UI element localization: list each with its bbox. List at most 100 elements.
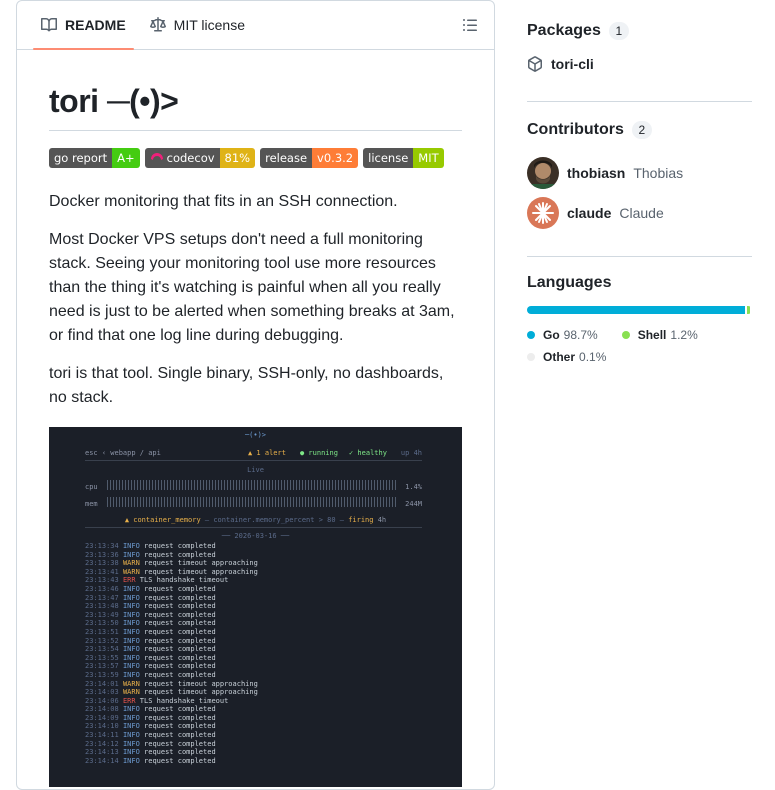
language-percent: 0.1% (579, 350, 606, 364)
contributor-item[interactable]: thobiasn Thobias (527, 157, 752, 189)
list-unordered-icon[interactable] (462, 17, 478, 33)
avatar[interactable] (527, 157, 559, 189)
language-dot-icon (527, 353, 535, 361)
contributors-heading[interactable]: Contributors 2 (527, 121, 752, 139)
contributors-count: 2 (632, 121, 652, 139)
log-line: 23:13:41 WARN request timeout approachin… (85, 568, 258, 577)
readme-paragraph: Docker monitoring that fits in an SSH co… (49, 190, 462, 214)
language-item[interactable]: Other0.1% (527, 346, 606, 368)
log-timestamp: 23:14:03 (85, 688, 123, 696)
log-timestamp: 23:13:34 (85, 542, 123, 550)
tab-license[interactable]: MIT license (142, 1, 253, 49)
terminal-alert-line: ▲ container_memory — container.memory_pe… (49, 516, 462, 524)
log-timestamp: 23:14:11 (85, 731, 123, 739)
log-timestamp: 23:13:50 (85, 619, 123, 627)
language-item[interactable]: Go98.7% (527, 324, 598, 346)
log-line: 23:13:50 INFO request completed (85, 619, 258, 628)
log-line: 23:14:06 ERR TLS handshake timeout (85, 697, 258, 706)
package-name: tori-cli (551, 56, 594, 72)
log-level: INFO (123, 645, 144, 653)
contributor-name: Thobias (633, 165, 683, 181)
log-line: 23:13:46 INFO request completed (85, 585, 258, 594)
log-timestamp: 23:14:14 (85, 757, 123, 765)
log-line: 23:14:14 INFO request completed (85, 757, 258, 766)
terminal-date-separator: ── 2026-03-16 ── (49, 532, 462, 540)
log-message: request completed (144, 722, 216, 730)
log-level: INFO (123, 602, 144, 610)
log-timestamp: 23:14:06 (85, 697, 123, 705)
badge-label: release (260, 148, 312, 168)
packages-heading[interactable]: Packages 1 (527, 22, 752, 40)
readme-panel: README MIT license tori ─(•)> go reportA… (16, 0, 495, 790)
log-level: INFO (123, 637, 144, 645)
log-message: request timeout approaching (144, 680, 258, 688)
log-level: INFO (123, 731, 144, 739)
log-message: request completed (144, 619, 216, 627)
terminal-mem-row: mem 244M (85, 500, 422, 508)
log-timestamp: 23:13:55 (85, 654, 123, 662)
contributor-login: thobiasn (567, 165, 625, 181)
log-level: INFO (123, 594, 144, 602)
log-line: 23:13:48 INFO request completed (85, 602, 258, 611)
language-item[interactable]: Shell1.2% (622, 324, 698, 346)
badge-label: go report (49, 148, 112, 168)
log-timestamp: 23:13:46 (85, 585, 123, 593)
log-level: INFO (123, 662, 144, 670)
log-line: 23:13:36 INFO request completed (85, 551, 258, 560)
readme-paragraph: Most Docker VPS setups don't need a full… (49, 228, 462, 348)
log-line: 23:13:57 INFO request completed (85, 662, 258, 671)
log-message: request completed (144, 594, 216, 602)
log-timestamp: 23:13:43 (85, 576, 123, 584)
log-line: 23:13:43 ERR TLS handshake timeout (85, 576, 258, 585)
packages-section: Packages 1 tori-cli (527, 0, 752, 102)
badge-go-report[interactable]: go reportA+ (49, 148, 140, 168)
tab-license-label: MIT license (174, 17, 245, 33)
log-message: request completed (144, 611, 216, 619)
log-level: WARN (123, 680, 144, 688)
terminal-alert-rule: — container.memory_percent > 80 — (205, 516, 344, 524)
badge-codecov[interactable]: codecov81% (145, 148, 255, 168)
log-line: 23:13:51 INFO request completed (85, 628, 258, 637)
terminal-running-status: ● running (300, 449, 338, 457)
log-message: request completed (144, 714, 216, 722)
readme-tabs: README MIT license (17, 1, 494, 50)
terminal-logo: ─(•)> (49, 431, 462, 439)
log-message: request completed (144, 551, 216, 559)
language-percent: 1.2% (670, 328, 697, 342)
language-name: Shell (638, 328, 667, 342)
log-line: 23:14:10 INFO request completed (85, 722, 258, 731)
terminal-alert-age: 4h (378, 516, 386, 524)
log-message: request completed (144, 585, 216, 593)
log-level: INFO (123, 671, 144, 679)
contributor-item[interactable]: claude Claude (527, 197, 752, 229)
packages-title: Packages (527, 22, 601, 40)
log-level: INFO (123, 757, 144, 765)
avatar[interactable] (527, 197, 559, 229)
log-message: request timeout approaching (144, 568, 258, 576)
log-level: INFO (123, 542, 144, 550)
log-timestamp: 23:13:47 (85, 594, 123, 602)
log-timestamp: 23:13:49 (85, 611, 123, 619)
language-percent: 98.7% (564, 328, 598, 342)
badge-release[interactable]: releasev0.3.2 (260, 148, 358, 168)
terminal-live-label: Live (49, 466, 462, 474)
package-item[interactable]: tori-cli (527, 56, 752, 72)
log-level: INFO (123, 628, 144, 636)
log-line: 23:14:13 INFO request completed (85, 748, 258, 757)
log-timestamp: 23:13:38 (85, 559, 123, 567)
badge-label: license (363, 148, 413, 168)
log-timestamp: 23:13:41 (85, 568, 123, 576)
readme-title: tori ─(•)> (49, 83, 462, 131)
log-timestamp: 23:14:10 (85, 722, 123, 730)
terminal-cpu-label: cpu (85, 483, 98, 491)
tab-readme-label: README (65, 17, 126, 33)
badge-license[interactable]: licenseMIT (363, 148, 444, 168)
badge-label: codecov (145, 148, 220, 168)
tab-readme[interactable]: README (33, 1, 134, 49)
terminal-alert-name: ▲ container_memory (125, 516, 201, 524)
log-line: 23:13:49 INFO request completed (85, 611, 258, 620)
terminal-mem-value: 244M (405, 500, 422, 508)
log-message: request completed (144, 757, 216, 765)
terminal-healthy-status: ✓ healthy (349, 449, 387, 457)
contributors-title: Contributors (527, 121, 624, 139)
